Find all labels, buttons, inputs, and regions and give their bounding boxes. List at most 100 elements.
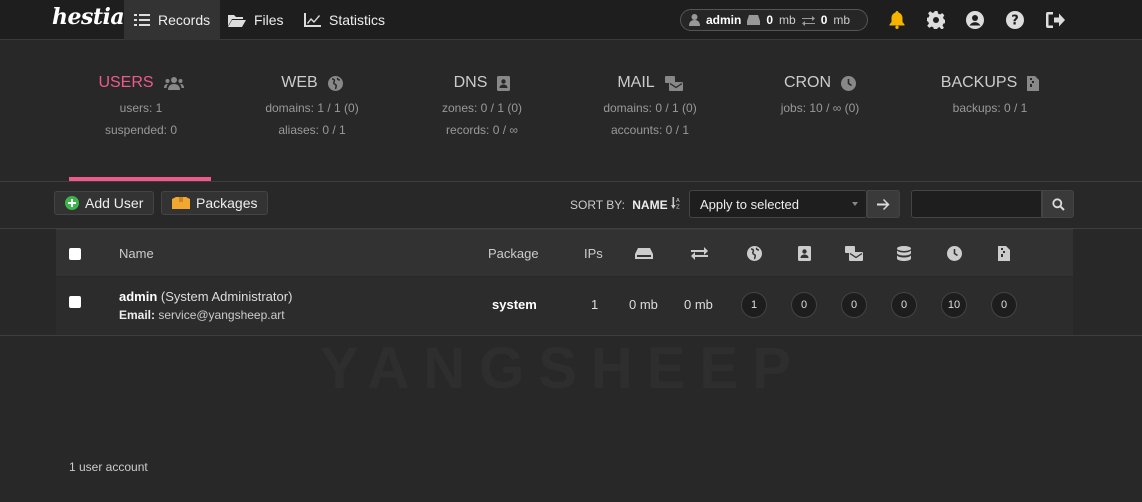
user-backups-count: 0	[991, 292, 1017, 318]
user-web-count: 1	[741, 292, 767, 318]
user-dns-count: 0	[791, 292, 817, 318]
watermark: YANGSHEEP	[320, 336, 805, 401]
stat-web-line2: aliases: 0 / 1	[278, 123, 346, 137]
divider	[0, 335, 1142, 336]
chart-line-icon	[304, 13, 321, 27]
nav-records[interactable]: Records	[124, 0, 221, 40]
box-icon	[172, 196, 190, 209]
stat-dns-line2: records: 0 / ∞	[446, 123, 518, 137]
col-package[interactable]: Package	[488, 246, 539, 261]
stat-users-line2: suspended: 0	[104, 123, 178, 137]
col-web-globe-icon	[744, 244, 764, 262]
mail-bulk-icon	[664, 75, 683, 91]
stat-backups[interactable]: BACKUPS backups: 0 / 1	[920, 72, 1060, 116]
svg-text:?: ?	[1011, 14, 1019, 29]
stat-backups-title: BACKUPS	[940, 74, 1018, 91]
hestia-logo[interactable]: hestia	[52, 4, 125, 30]
col-mail-icon	[844, 244, 864, 262]
sort-alpha-icon: AZ	[670, 197, 680, 211]
user-count-footer: 1 user account	[69, 460, 148, 474]
stat-mail[interactable]: MAIL domains: 0 / 1 (0) accounts: 0 / 1	[580, 72, 720, 138]
user-summary-pill[interactable]: admin 0 mb 0 mb	[680, 9, 868, 31]
col-backups-file-archive-icon	[994, 244, 1014, 262]
stat-users[interactable]: USERS users: 1 suspended: 0	[71, 72, 211, 138]
stat-users-title: USERS	[98, 74, 154, 91]
nav-records-label: Records	[158, 12, 211, 28]
user-username: admin	[119, 289, 158, 304]
stat-backups-line1: backups: 0 / 1	[952, 101, 1028, 115]
col-database-icon	[894, 244, 914, 262]
search-input[interactable]	[911, 190, 1042, 218]
user-fullname: (System Administrator)	[160, 289, 293, 304]
stat-mail-line2: accounts: 0 / 1	[610, 123, 690, 137]
stat-mail-line1: domains: 0 / 1 (0)	[603, 101, 697, 115]
col-ips[interactable]: IPs	[584, 246, 603, 261]
add-user-button[interactable]: Add User	[54, 191, 155, 215]
sort-by-value: NAME	[632, 198, 668, 212]
packages-button[interactable]: Packages	[161, 191, 269, 215]
nav-files-label: Files	[254, 12, 284, 28]
svg-text:A: A	[676, 198, 680, 204]
apply-button[interactable]	[867, 190, 900, 218]
user-mail-count: 0	[841, 292, 867, 318]
col-disk-hdd-icon	[634, 244, 654, 262]
sort-by-control[interactable]: SORT BY: NAME AZ	[570, 197, 682, 212]
exchange-icon	[801, 15, 815, 26]
stat-cron-title: CRON	[783, 74, 832, 91]
svg-text:Z: Z	[676, 205, 680, 210]
arrow-right-icon	[877, 198, 890, 210]
folder-open-icon	[228, 14, 246, 27]
username: admin	[706, 13, 742, 27]
hdd-icon	[747, 15, 761, 25]
caret-down-icon	[852, 202, 858, 206]
gear-icon[interactable]	[925, 9, 947, 31]
bandwidth-unit: mb	[833, 13, 851, 27]
clock-icon	[841, 75, 857, 91]
col-bandwidth-exchange-icon	[689, 244, 709, 262]
logout-icon[interactable]	[1044, 9, 1066, 31]
bulk-action-value: Apply to selected	[700, 197, 800, 212]
stat-mail-title: MAIL	[617, 74, 655, 91]
plus-circle-icon	[65, 196, 79, 210]
bandwidth-value: 0	[820, 13, 828, 27]
search-icon	[1051, 197, 1065, 211]
stat-dns-title: DNS	[453, 74, 488, 91]
stat-web[interactable]: WEB domains: 1 / 1 (0) aliases: 0 / 1	[242, 72, 382, 138]
col-cron-clock-icon	[944, 244, 964, 262]
user-db-count: 0	[891, 292, 917, 318]
user-email: service@yangsheep.art	[158, 308, 285, 322]
user-package[interactable]: system	[492, 297, 537, 312]
table-header: Name Package IPs	[56, 229, 1073, 276]
col-name[interactable]: Name	[119, 246, 154, 261]
stat-web-title: WEB	[281, 74, 318, 91]
help-icon[interactable]: ?	[1004, 9, 1026, 31]
user-disk: 0 mb	[629, 297, 658, 312]
user-bandwidth: 0 mb	[684, 297, 713, 312]
nav-files[interactable]: Files	[218, 0, 294, 40]
bulk-action-select[interactable]: Apply to selected	[689, 190, 867, 218]
stat-cron[interactable]: CRON jobs: 10 / ∞ (0)	[750, 72, 890, 116]
row-checkbox[interactable]	[69, 296, 81, 308]
user-email-line: Email: service@yangsheep.art	[119, 308, 285, 322]
table-row[interactable]: admin (System Administrator) Email: serv…	[56, 277, 1073, 335]
stat-dns[interactable]: DNS zones: 0 / 1 (0) records: 0 / ∞	[412, 72, 552, 138]
user-cron-count: 10	[941, 292, 967, 318]
nav-statistics-label: Statistics	[329, 12, 386, 28]
select-all-checkbox[interactable]	[69, 248, 81, 260]
user-email-label: Email:	[119, 308, 156, 322]
sort-by-label: SORT BY:	[570, 198, 625, 212]
user-name-cell[interactable]: admin (System Administrator)	[119, 289, 292, 304]
globe-icon	[327, 75, 343, 91]
disk-usage-unit: mb	[779, 13, 796, 27]
top-navbar: hestia Records Files Statistics admin 0 …	[0, 0, 1142, 40]
packages-label: Packages	[196, 195, 258, 211]
nav-statistics[interactable]: Statistics	[294, 0, 395, 40]
user-ips: 1	[591, 297, 599, 312]
list-icon	[134, 14, 150, 26]
user-circle-icon[interactable]	[964, 9, 986, 31]
address-book-icon	[497, 75, 511, 91]
divider	[0, 181, 1142, 182]
search-button[interactable]	[1042, 190, 1074, 218]
add-user-label: Add User	[85, 195, 144, 211]
notifications-bell-icon[interactable]	[886, 9, 908, 31]
